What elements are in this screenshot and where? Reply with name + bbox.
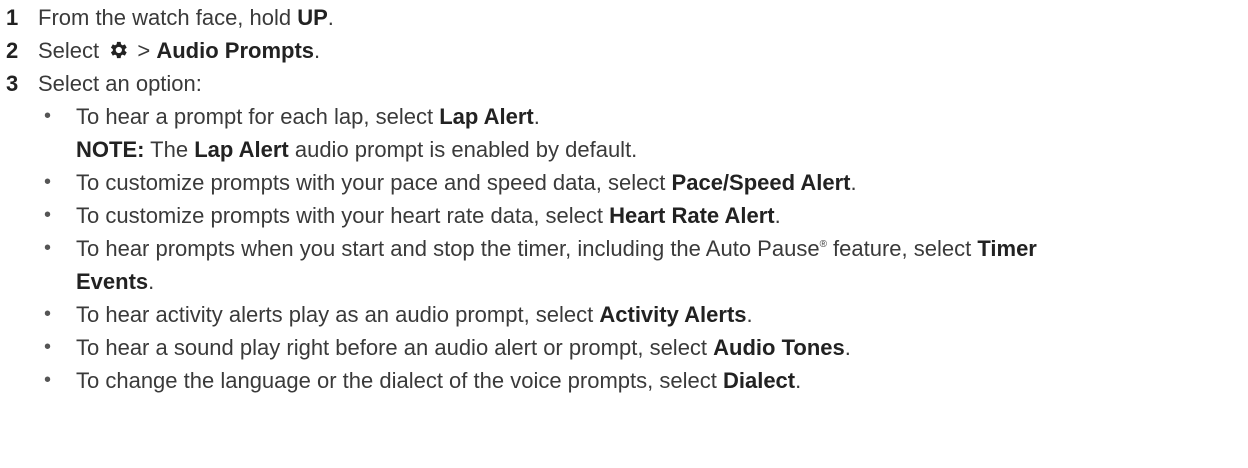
step-1: 1 From the watch face, hold UP.	[0, 1, 1248, 34]
step-text: From the watch face, hold	[38, 5, 298, 30]
gear-icon	[111, 41, 127, 59]
option-text: To hear prompts when you start and stop …	[76, 236, 820, 261]
option-punct: .	[795, 368, 802, 393]
note-label: NOTE:	[76, 137, 145, 162]
bullet-marker: •	[44, 237, 52, 259]
option-punct: .	[746, 302, 753, 327]
note-text-end: audio prompt is enabled by default.	[288, 137, 638, 162]
option-text: To hear a sound play right before an aud…	[76, 335, 714, 360]
bullet-marker: •	[44, 303, 52, 325]
step-3: 3 Select an option:	[0, 67, 1248, 100]
registered-mark: ®	[819, 239, 827, 250]
list-item: • To customize prompts with your heart r…	[0, 199, 1248, 232]
step-number: 1	[6, 5, 19, 30]
list-item: • To hear prompts when you start and sto…	[0, 232, 1248, 298]
note-bold-term: Lap Alert	[194, 137, 289, 162]
list-item: • To customize prompts with your pace an…	[0, 166, 1248, 199]
option-bold-term: Dialect	[722, 368, 796, 393]
step-punct: .	[327, 5, 334, 30]
bullet-marker: •	[44, 105, 52, 127]
step-number: 3	[6, 71, 19, 96]
option-list-continued: • To customize prompts with your pace an…	[0, 166, 1248, 397]
list-item: • To hear a prompt for each lap, select …	[0, 100, 1248, 133]
bullet-marker: •	[44, 204, 52, 226]
bullet-marker: •	[44, 171, 52, 193]
step-bold-term: UP	[297, 5, 328, 30]
option-bold-term: Activity Alerts	[599, 302, 747, 327]
option-punct: .	[844, 335, 851, 360]
option-bold-term: Audio Tones	[713, 335, 845, 360]
option-text: To change the language or the dialect of…	[76, 368, 723, 393]
option-punct: .	[533, 104, 540, 129]
option-text-cont: feature, select	[826, 236, 978, 261]
step-number: 2	[6, 38, 19, 63]
option-text: To customize prompts with your pace and …	[76, 170, 672, 195]
option-bold-term: Lap Alert	[439, 104, 534, 129]
list-item: • To hear activity alerts play as an aud…	[0, 298, 1248, 331]
option-text: To customize prompts with your heart rat…	[76, 203, 610, 228]
option-bold-term: Heart Rate Alert	[609, 203, 775, 228]
option-text: To hear a prompt for each lap, select	[76, 104, 440, 129]
option-list: • To hear a prompt for each lap, select …	[0, 100, 1248, 133]
step-punct: .	[314, 38, 321, 63]
instruction-document: 1 From the watch face, hold UP. 2 Select…	[0, 0, 1248, 397]
option-bold-term: Pace/Speed Alert	[671, 170, 851, 195]
bullet-marker: •	[44, 369, 52, 391]
step-bold-term: Audio Prompts	[156, 38, 315, 63]
option-punct: .	[850, 170, 857, 195]
option-punct: .	[774, 203, 781, 228]
option-punct: .	[148, 269, 155, 294]
option-text: To hear activity alerts play as an audio…	[76, 302, 600, 327]
bullet-marker: •	[44, 336, 52, 358]
step-text: Select an option:	[38, 71, 202, 96]
step-text: Select	[38, 38, 106, 63]
step-2: 2 Select > Audio Prompts.	[0, 34, 1248, 67]
note-text: The	[144, 137, 195, 162]
step-separator: >	[131, 38, 157, 63]
list-item: • To change the language or the dialect …	[0, 364, 1248, 397]
option-bold-term-cont: Events	[76, 269, 149, 294]
note-line: NOTE: The Lap Alert audio prompt is enab…	[0, 133, 1248, 166]
option-bold-term: Timer	[977, 236, 1037, 261]
list-item: • To hear a sound play right before an a…	[0, 331, 1248, 364]
